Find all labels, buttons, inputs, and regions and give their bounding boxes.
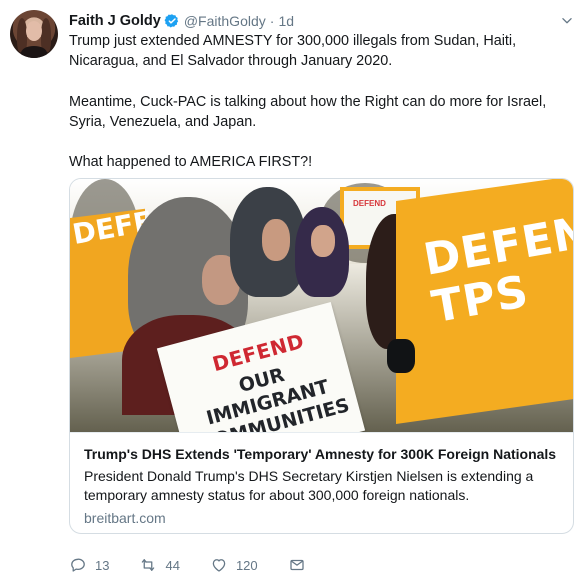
tweet-paragraph-1: Trump just extended AMNESTY for 300,000 … [69, 33, 517, 70]
gloved-hand [387, 339, 415, 373]
protester-face [311, 225, 335, 257]
card-description: President Donald Trump's DHS Secretary K… [84, 468, 534, 503]
tweet-paragraph-2: Meantime, Cuck-PAC is talking about how … [69, 93, 547, 130]
direct-message-button[interactable] [288, 556, 306, 574]
tweet-header: Faith J Goldy @FaithGoldy · 1d [69, 11, 294, 31]
retweet-icon [142, 559, 155, 571]
verified-check-icon [164, 14, 178, 28]
retweet-count: 44 [165, 557, 180, 573]
author-name[interactable]: Faith J Goldy [69, 13, 161, 29]
avatar[interactable] [10, 10, 58, 58]
card-domain[interactable]: breitbart.com [84, 509, 559, 527]
protester-purple-hat [295, 207, 349, 297]
background-sign-text: DEFEND [353, 199, 386, 208]
protester-face [262, 219, 290, 261]
header-separator: · [269, 13, 275, 29]
tweet[interactable]: Faith J Goldy @FaithGoldy · 1d Trump jus… [0, 0, 587, 577]
author-handle[interactable]: @FaithGoldy [184, 13, 266, 29]
reply-count: 13 [95, 557, 110, 573]
link-card[interactable]: DEFE TP DEFEND DEFEND TPS DEFEND OUR IMM… [69, 178, 574, 534]
retweet-button[interactable]: 44 [139, 556, 180, 574]
tweet-text: Trump just extended AMNESTY for 300,000 … [69, 31, 574, 172]
chevron-down-icon[interactable] [560, 14, 574, 28]
tweet-time[interactable]: 1d [278, 13, 294, 29]
front-sign-text: OUR IMMIGRANT COMMUNITIES [198, 363, 352, 432]
heart-icon [212, 559, 226, 572]
avatar-face [26, 21, 42, 41]
reply-icon [71, 558, 85, 572]
tweet-actions: 13 44 120 [69, 556, 336, 574]
reply-button[interactable]: 13 [69, 556, 109, 574]
like-button[interactable]: 120 [210, 556, 258, 574]
like-count: 120 [235, 557, 258, 573]
card-body[interactable]: Trump's DHS Extends 'Temporary' Amnesty … [70, 432, 573, 533]
card-title[interactable]: Trump's DHS Extends 'Temporary' Amnesty … [84, 445, 559, 463]
mail-icon [290, 559, 304, 571]
tweet-paragraph-3: What happened to AMERICA FIRST?! [69, 154, 313, 171]
avatar-top [21, 46, 47, 58]
card-image[interactable]: DEFE TP DEFEND DEFEND TPS DEFEND OUR IMM… [70, 179, 573, 432]
